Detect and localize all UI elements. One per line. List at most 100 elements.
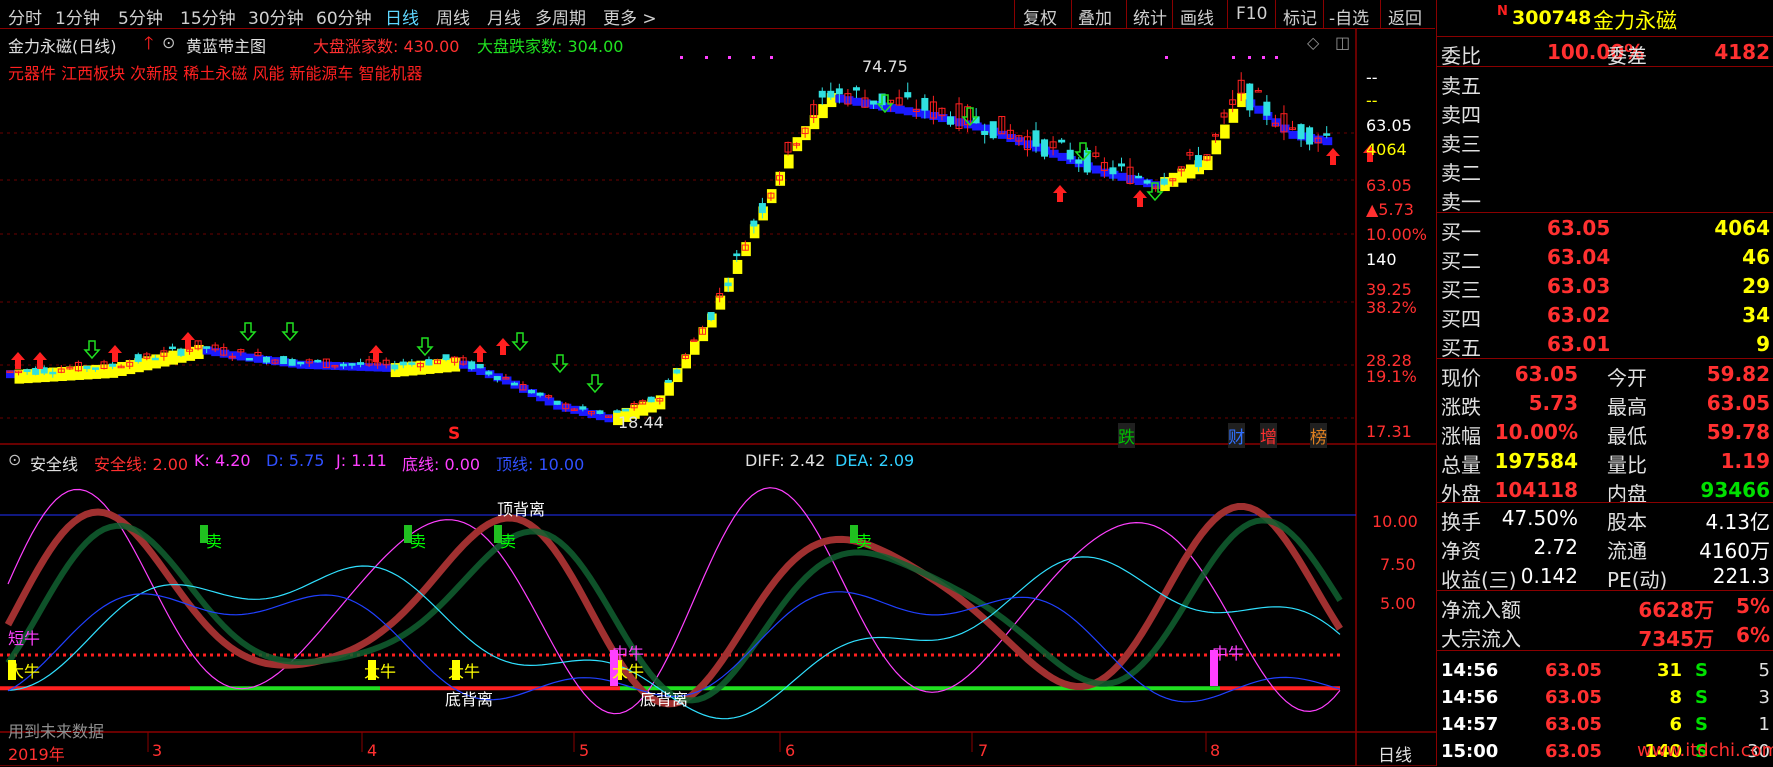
stat-label: 最高: [1607, 395, 1647, 419]
candle-body: [1143, 180, 1151, 184]
bid-level-row[interactable]: 买三 63.03 29: [1437, 272, 1773, 302]
price-axis-label: 19.1%: [1366, 367, 1417, 386]
buy-arrow-icon: [181, 332, 195, 349]
candle-body: [1160, 178, 1168, 185]
price-axis-label: 4064: [1366, 140, 1407, 159]
candle-body: [510, 382, 518, 386]
candle-body: [1135, 175, 1143, 179]
sell-arrow-icon: [416, 337, 434, 357]
tick-row: 14:56 63.05 31 S 5: [1437, 658, 1773, 686]
fund-label: 流通: [1607, 539, 1647, 563]
band-segment: [544, 397, 555, 406]
fund-value: 4160万: [1699, 539, 1770, 563]
candle-body: [357, 362, 365, 365]
period-label[interactable]: 日线: [1378, 741, 1412, 766]
sell-signal-4: 卖: [856, 532, 873, 551]
candlesticks: [6, 72, 1331, 418]
top-dot-marker: [770, 56, 773, 59]
badge-ranking[interactable]: 榜: [1310, 423, 1327, 448]
tick-count: 3: [1758, 687, 1770, 708]
stat-value: 93466: [1700, 478, 1770, 502]
mid-bull-signal-1: 中牛: [612, 644, 645, 663]
sub-axis-7-5: 7.50: [1380, 555, 1416, 574]
indicator-name[interactable]: 黄蓝带主图: [186, 33, 266, 57]
band-segment: [416, 360, 426, 375]
badge-finance[interactable]: 财: [1228, 423, 1245, 448]
sell-signal-3: 卖: [500, 532, 517, 551]
candle-body: [1032, 130, 1040, 147]
stat-row: 涨幅 10.00% 最低 59.78: [1437, 418, 1773, 448]
candle-body: [151, 357, 159, 361]
diamond-icon[interactable]: ◇: [1307, 33, 1319, 52]
ask-level-label: 卖三: [1441, 132, 1481, 156]
band-segment: [442, 358, 452, 373]
up-arrow-icon: 🡑: [144, 33, 154, 54]
bid-level-price: 63.02: [1547, 303, 1611, 327]
safety-line-indicator: [0, 487, 1356, 720]
candle-body: [493, 376, 501, 380]
flow-pct: 5%: [1736, 594, 1770, 618]
date-label-mar: 3: [152, 741, 163, 760]
bid-level-volume: 4064: [1714, 216, 1770, 240]
band-segment: [690, 340, 700, 355]
diff-value: DIFF: 2.42: [745, 451, 826, 470]
badge-drop[interactable]: 跌: [1118, 423, 1135, 448]
fund-value: 2.72: [1533, 535, 1578, 559]
bid-level-row[interactable]: 买五 63.01 9: [1437, 330, 1773, 360]
stat-label: 量比: [1607, 453, 1647, 477]
candle-body: [528, 390, 536, 394]
candle-body: [468, 361, 476, 370]
candle-body: [263, 356, 270, 363]
bid-level-volume: 29: [1742, 274, 1770, 298]
top-dot-marker: [1232, 56, 1235, 59]
candle-body: [408, 362, 416, 365]
band-segment: [313, 361, 324, 370]
candle-body: [921, 97, 929, 111]
bid-level-volume: 34: [1742, 303, 1770, 327]
top-dot-marker: [1165, 56, 1168, 59]
candle-body: [707, 312, 715, 321]
badge-increase[interactable]: 增: [1260, 423, 1277, 448]
candle-body: [109, 363, 117, 367]
bid-level-row[interactable]: 买二 63.04 46: [1437, 243, 1773, 273]
stock-code: 300748: [1512, 7, 1592, 29]
sub-indicator-name[interactable]: 安全线: [30, 451, 78, 475]
stat-value: 5.73: [1528, 391, 1578, 415]
fund-value: 221.3: [1712, 564, 1770, 588]
fund-value: 0.142: [1520, 564, 1578, 588]
stat-row: 总量 197584 量比 1.19: [1437, 447, 1773, 477]
band-segment: [151, 354, 161, 369]
candle-body: [425, 359, 433, 366]
sub-dropdown-icon[interactable]: ⊙: [8, 450, 21, 469]
tick-price: 63.05: [1545, 660, 1602, 681]
window-toggle-icon[interactable]: ◫: [1335, 33, 1350, 52]
bottom-divergence-label-2: 底背离: [640, 690, 689, 709]
future-data-note: 用到未来数据: [8, 722, 105, 741]
dropdown-circle-icon[interactable]: ⊙: [162, 33, 175, 52]
buy-arrow-icon: [108, 345, 122, 362]
candle-body: [989, 121, 997, 139]
sell-arrow-icon: [586, 374, 604, 394]
candle-body: [981, 130, 989, 135]
candle-body: [870, 100, 878, 105]
bid-level-label: 买三: [1441, 278, 1481, 302]
candle-body: [1118, 163, 1125, 167]
candle-body: [92, 367, 99, 370]
buy-arrow-icon: [473, 345, 487, 362]
candle-body: [168, 346, 176, 350]
stat-value: 63.05: [1514, 362, 1578, 386]
band-segment: [1322, 137, 1333, 146]
tick-price: 63.05: [1545, 741, 1602, 762]
low-price-label: 18.44: [618, 413, 664, 432]
candle-body: [1075, 159, 1083, 164]
tick-time: 15:00: [1441, 741, 1499, 762]
ask-level-label: 卖五: [1441, 74, 1481, 98]
sub-param: J: 1.11: [336, 451, 387, 470]
stock-name: 金力永磁: [1593, 9, 1677, 33]
fund-label: 收益(三): [1441, 568, 1517, 592]
bid-level-row[interactable]: 买一 63.05 4064: [1437, 214, 1773, 244]
bid-level-price: 63.04: [1547, 245, 1611, 269]
candle-body: [536, 392, 544, 396]
bid-level-row[interactable]: 买四 63.02 34: [1437, 301, 1773, 331]
fund-row: 换手 47.50% 股本 4.13亿: [1437, 504, 1773, 534]
